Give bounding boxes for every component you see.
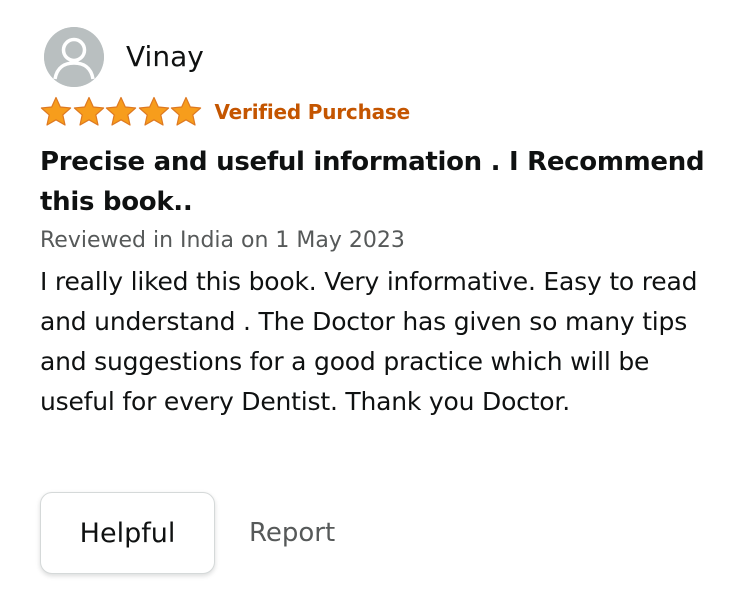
default-user-avatar-icon (44, 27, 104, 87)
review-actions: Helpful Report (40, 492, 335, 574)
star-icon (138, 96, 169, 126)
helpful-button[interactable]: Helpful (40, 492, 215, 574)
review-body: I really liked this book. Very informati… (40, 267, 698, 416)
reviewer-profile[interactable]: Vinay (44, 27, 204, 87)
star-icon (170, 96, 202, 126)
verified-purchase-badge: Verified Purchase (214, 100, 411, 124)
review-date: Reviewed in India on 1 May 2023 (40, 228, 405, 253)
star-rating[interactable] (40, 96, 203, 128)
star-icon (40, 96, 72, 126)
avatar[interactable] (44, 27, 104, 87)
review-title: Precise and useful information . I Recom… (40, 147, 705, 217)
rating-row: Verified Purchase (40, 96, 410, 128)
review-card: Vinay Verified Purchase Precise and usef… (0, 0, 750, 599)
reviewer-name[interactable]: Vinay (126, 43, 204, 71)
star-icon (105, 96, 137, 126)
report-link[interactable]: Report (249, 518, 335, 548)
star-icon (73, 96, 104, 126)
